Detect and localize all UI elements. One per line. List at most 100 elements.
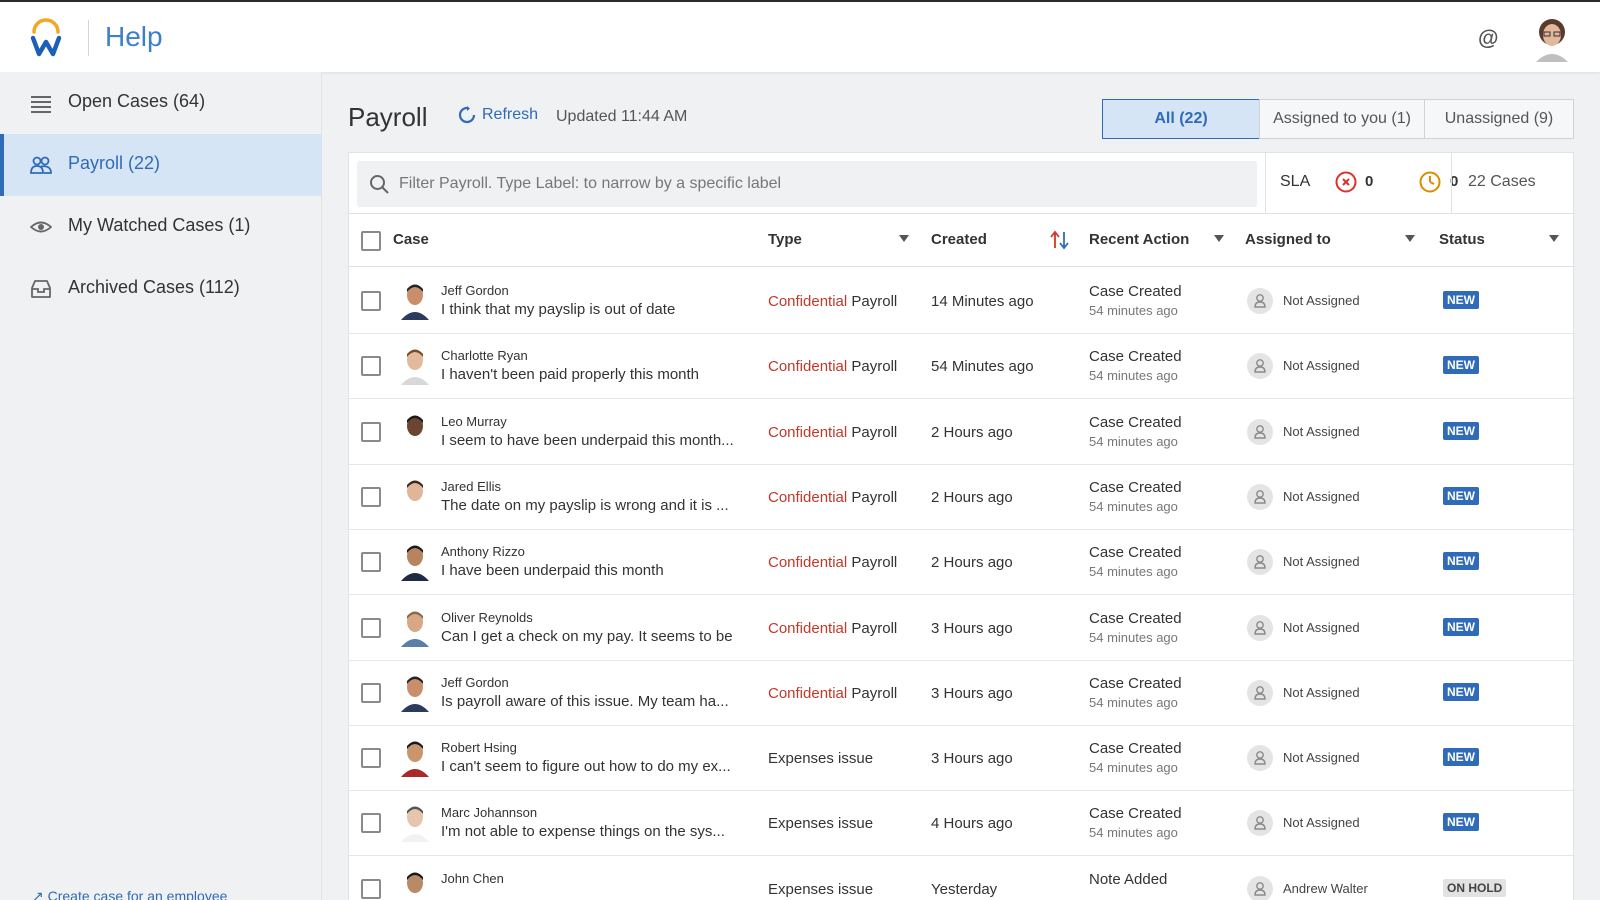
case-subject[interactable]: I think that my payslip is out of date bbox=[441, 301, 749, 318]
assignee[interactable]: Not Assigned bbox=[1283, 620, 1360, 635]
case-subject[interactable]: Can I get a check on my pay. It seems to… bbox=[441, 628, 749, 645]
row-checkbox[interactable] bbox=[361, 291, 381, 311]
assignee[interactable]: Not Assigned bbox=[1283, 293, 1360, 308]
assignee[interactable]: Not Assigned bbox=[1283, 750, 1360, 765]
row-checkbox[interactable] bbox=[361, 421, 381, 442]
case-subject[interactable]: I seem to have been underpaid this month… bbox=[441, 432, 749, 449]
case-subject[interactable]: I can't seem to figure out how to do my … bbox=[441, 758, 749, 775]
requester-avatar bbox=[401, 741, 429, 778]
case-subject[interactable]: I have been underpaid this month bbox=[441, 562, 749, 579]
sidebar-item-payroll[interactable]: Payroll (22) bbox=[0, 134, 322, 196]
create-case-link[interactable]: ↗ Create case for an employee bbox=[32, 888, 227, 900]
filter-input[interactable] bbox=[399, 161, 1239, 207]
table-row[interactable]: Jeff Gordon Is payroll aware of this issu… bbox=[349, 660, 1575, 726]
row-checkbox[interactable] bbox=[361, 878, 381, 899]
table-row[interactable]: John Chen Expenses issue Yesterday Note Add… bbox=[349, 856, 1575, 900]
requester-name[interactable]: Marc Johannson bbox=[441, 805, 537, 820]
sidebar-item-archived-cases[interactable]: Archived Cases (112) bbox=[0, 258, 322, 320]
column-header-status[interactable]: Status bbox=[1439, 231, 1485, 248]
sidebar-item-label: Open Cases (64) bbox=[68, 91, 206, 111]
tab-assigned-to-you[interactable]: Assigned to you (1) bbox=[1259, 99, 1425, 139]
recent-action: Case Created bbox=[1089, 283, 1182, 300]
recent-action-filter-caret-icon[interactable] bbox=[1214, 235, 1224, 242]
requester-avatar bbox=[401, 806, 429, 843]
status-filter-caret-icon[interactable] bbox=[1549, 235, 1559, 242]
created-time: 2 Hours ago bbox=[931, 554, 1013, 572]
row-checkbox[interactable] bbox=[361, 486, 381, 507]
sidebar-item-watched-cases[interactable]: My Watched Cases (1) bbox=[0, 196, 322, 258]
requester-name[interactable]: Robert Hsing bbox=[441, 740, 517, 755]
case-subject[interactable]: The date on my payslip is wrong and it i… bbox=[441, 497, 749, 514]
recent-action: Case Created bbox=[1089, 348, 1182, 366]
case-type-label: Payroll bbox=[851, 684, 898, 702]
requester-avatar bbox=[401, 611, 429, 647]
sla-warning-icon[interactable] bbox=[1418, 170, 1442, 194]
row-checkbox[interactable] bbox=[361, 682, 381, 703]
table-row[interactable]: Leo Murray I seem to have been underpaid … bbox=[349, 399, 1575, 465]
refresh-button[interactable]: Refresh bbox=[458, 106, 538, 124]
assignee[interactable]: Not Assigned bbox=[1283, 815, 1360, 830]
case-type: Expenses issue bbox=[768, 750, 873, 767]
table-row[interactable]: Charlotte Ryan I haven't been paid proper… bbox=[349, 333, 1575, 400]
table-row[interactable]: Robert Hsing I can't seem to figure out h… bbox=[349, 725, 1575, 792]
assignee[interactable]: Not Assigned bbox=[1283, 685, 1360, 700]
confidential-label: Confidential bbox=[768, 358, 848, 376]
updated-timestamp: Updated 11:44 AM bbox=[556, 108, 688, 125]
case-subject[interactable]: I haven't been paid properly this month bbox=[441, 366, 749, 383]
table-row[interactable]: Oliver Reynolds Can I get a check on my p… bbox=[349, 595, 1575, 661]
sort-icon[interactable] bbox=[1049, 230, 1071, 250]
case-type: Confidential Payroll bbox=[768, 424, 897, 441]
assigned-filter-caret-icon[interactable] bbox=[1405, 235, 1415, 242]
assignee[interactable]: Not Assigned bbox=[1283, 424, 1360, 439]
assignee[interactable]: Andrew Walter bbox=[1283, 881, 1368, 896]
mentions-icon[interactable]: @ bbox=[1478, 27, 1498, 51]
requester-name[interactable]: Jared Ellis bbox=[441, 479, 501, 494]
sidebar-item-open-cases[interactable]: Open Cases (64) bbox=[0, 72, 322, 134]
table-row[interactable]: Jared Ellis The date on my payslip is wro… bbox=[349, 464, 1575, 530]
requester-name[interactable]: Oliver Reynolds bbox=[441, 610, 533, 625]
status-badge: NEW bbox=[1443, 486, 1479, 505]
column-header-created[interactable]: Created bbox=[931, 231, 987, 248]
status-badge: NEW bbox=[1443, 291, 1479, 309]
requester-name[interactable]: Jeff Gordon bbox=[441, 283, 509, 298]
column-header-assigned-to[interactable]: Assigned to bbox=[1245, 231, 1331, 248]
requester-name[interactable]: Charlotte Ryan bbox=[441, 348, 528, 363]
recent-action: Case Created bbox=[1089, 413, 1182, 431]
workday-logo[interactable] bbox=[30, 18, 62, 58]
person-icon bbox=[1247, 810, 1273, 837]
tab-unassigned[interactable]: Unassigned (9) bbox=[1424, 99, 1574, 139]
case-type-label: Payroll bbox=[851, 619, 898, 637]
select-all-checkbox[interactable] bbox=[361, 231, 381, 251]
requester-name[interactable]: Leo Murray bbox=[441, 414, 507, 429]
confidential-label: Confidential bbox=[768, 423, 848, 441]
user-avatar[interactable] bbox=[1532, 16, 1572, 62]
assignee[interactable]: Not Assigned bbox=[1283, 489, 1360, 504]
table-row[interactable]: Anthony Rizzo I have been underpaid this … bbox=[349, 529, 1575, 596]
recent-action-time: 54 minutes ago bbox=[1089, 629, 1178, 645]
app-title: Help bbox=[105, 21, 163, 52]
case-subject[interactable]: Is payroll aware of this issue. My team … bbox=[441, 693, 749, 710]
requester-name[interactable]: Anthony Rizzo bbox=[441, 544, 525, 559]
column-header-type[interactable]: Type bbox=[768, 231, 802, 248]
row-checkbox[interactable] bbox=[361, 813, 381, 834]
row-checkbox[interactable] bbox=[361, 552, 381, 573]
assignee[interactable]: Not Assigned bbox=[1283, 554, 1360, 569]
column-header-recent-action[interactable]: Recent Action bbox=[1089, 231, 1189, 248]
status-badge: ON HOLD bbox=[1443, 878, 1507, 897]
row-checkbox[interactable] bbox=[361, 748, 381, 769]
requester-name[interactable]: Jeff Gordon bbox=[441, 675, 509, 690]
case-type-label: Payroll bbox=[851, 293, 898, 310]
type-filter-caret-icon[interactable] bbox=[899, 235, 909, 242]
column-header-case[interactable]: Case bbox=[393, 231, 429, 248]
table-row[interactable]: Marc Johannson I'm not able to expense th… bbox=[349, 790, 1575, 857]
row-checkbox[interactable] bbox=[361, 356, 381, 377]
tab-all[interactable]: All (22) bbox=[1102, 99, 1260, 139]
table-row[interactable]: Jeff Gordon I think that my payslip is ou… bbox=[349, 268, 1575, 334]
case-type-label: Expenses issue bbox=[768, 815, 874, 833]
assignee[interactable]: Not Assigned bbox=[1283, 358, 1360, 373]
case-subject[interactable]: I'm not able to expense things on the sy… bbox=[441, 823, 749, 840]
refresh-label: Refresh bbox=[482, 106, 539, 123]
requester-name[interactable]: John Chen bbox=[441, 871, 504, 886]
sla-overdue-icon[interactable] bbox=[1334, 170, 1358, 194]
row-checkbox[interactable] bbox=[361, 617, 381, 638]
